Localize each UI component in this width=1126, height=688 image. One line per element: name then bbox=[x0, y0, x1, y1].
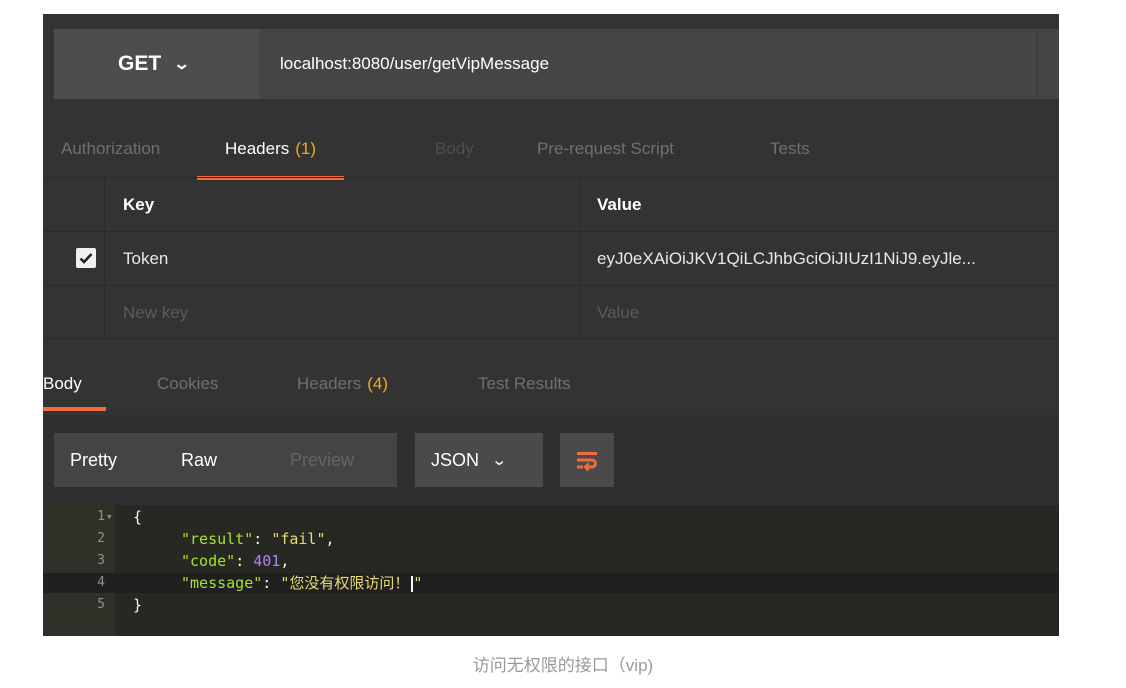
table-header-row: Key Value bbox=[43, 177, 1059, 231]
tab-label: Authorization bbox=[61, 139, 161, 158]
code-line-current: 4 "message": "您没有权限访问！ " bbox=[43, 573, 1059, 593]
active-tab-indicator bbox=[43, 407, 106, 411]
tab-count: (4) bbox=[367, 374, 389, 393]
json-key: "result" bbox=[181, 530, 254, 548]
new-key-input[interactable]: New key bbox=[123, 286, 188, 339]
column-divider bbox=[580, 232, 581, 285]
tab-cookies[interactable]: Cookies bbox=[157, 358, 218, 410]
url-input[interactable]: localhost:8080/user/getVipMessage bbox=[280, 29, 549, 99]
tab-response-headers[interactable]: Headers (4) bbox=[297, 358, 388, 410]
json-separator: : bbox=[253, 530, 272, 548]
header-enabled-checkbox[interactable] bbox=[76, 248, 96, 268]
code-text: "message": "您没有权限访问！ " bbox=[181, 573, 422, 593]
json-punctuation: , bbox=[325, 530, 335, 548]
column-divider bbox=[580, 178, 581, 231]
method-select[interactable]: GET ⌄ bbox=[54, 29, 259, 99]
format-label: JSON bbox=[431, 449, 480, 470]
postman-window: GET ⌄ localhost:8080/user/getVipMessage … bbox=[43, 14, 1059, 636]
checkmark-icon bbox=[79, 253, 93, 264]
line-number: 1 bbox=[97, 509, 105, 524]
wrap-lines-button[interactable] bbox=[560, 433, 614, 487]
url-bar-divider bbox=[1037, 29, 1038, 99]
json-separator: : bbox=[235, 552, 254, 570]
response-toolbar: Pretty Raw Preview JSON ⌄ bbox=[43, 415, 1059, 505]
tab-tests[interactable]: Tests bbox=[770, 119, 810, 179]
new-value-input[interactable]: Value bbox=[597, 286, 639, 339]
preview-button[interactable]: Preview bbox=[290, 433, 354, 487]
json-key: "message" bbox=[181, 574, 263, 592]
code-line: 3 "code": 401, bbox=[43, 551, 1059, 571]
tab-label: Pre-request Script bbox=[537, 139, 674, 158]
pretty-button[interactable]: Pretty bbox=[70, 433, 117, 487]
chevron-down-icon: ⌄ bbox=[491, 452, 508, 469]
table-row: Token eyJ0eXAiOiJKV1QiLCJhbGciOiJIUzI1Ni… bbox=[43, 231, 1059, 285]
json-punctuation: " bbox=[413, 574, 423, 592]
json-string-value: "您没有权限访问！ bbox=[280, 574, 410, 592]
tab-pre-request-script[interactable]: Pre-request Script bbox=[537, 119, 674, 179]
header-value-input[interactable]: eyJ0eXAiOiJKV1QiLCJhbGciOiJIUzI1NiJ9.eyJ… bbox=[597, 232, 976, 285]
line-number: 2 bbox=[97, 531, 105, 546]
tab-label: Body bbox=[43, 374, 82, 393]
tab-response-body[interactable]: Body bbox=[43, 358, 106, 411]
code-line: 1 ▾ { bbox=[43, 507, 1059, 527]
code-text: { bbox=[133, 508, 143, 526]
json-separator: : bbox=[262, 574, 281, 592]
checkbox-column bbox=[43, 178, 105, 231]
tab-label: Test Results bbox=[478, 374, 571, 393]
checkbox-column bbox=[43, 286, 105, 339]
tab-label: Headers bbox=[225, 139, 290, 158]
line-number: 3 bbox=[97, 553, 105, 568]
image-caption: 访问无权限的接口（vip) bbox=[472, 656, 654, 675]
request-tabs: Authorization Headers (1) Body Pre-reque… bbox=[43, 119, 1059, 180]
tab-headers[interactable]: Headers (1) bbox=[197, 119, 345, 180]
json-punctuation: , bbox=[280, 552, 290, 570]
code-text: "result": "fail", bbox=[181, 529, 335, 549]
tab-label: Cookies bbox=[157, 374, 219, 393]
tab-test-results[interactable]: Test Results bbox=[478, 358, 571, 410]
url-bar: GET ⌄ localhost:8080/user/getVipMessage bbox=[54, 29, 1059, 99]
view-mode-group: Pretty Raw Preview bbox=[54, 433, 397, 487]
tab-label: Body bbox=[435, 139, 474, 158]
headers-table: Key Value Token eyJ0eXAiOiJKV1QiLCJhbGci… bbox=[43, 177, 1059, 339]
code-text: } bbox=[133, 596, 143, 614]
line-number: 5 bbox=[97, 597, 105, 612]
tab-label: Tests bbox=[770, 139, 810, 158]
tab-body[interactable]: Body bbox=[435, 119, 474, 179]
tab-label: Headers bbox=[297, 374, 362, 393]
chevron-down-icon: ⌄ bbox=[173, 56, 191, 73]
raw-button[interactable]: Raw bbox=[181, 433, 217, 487]
code-line: 5 } bbox=[43, 595, 1059, 615]
checkbox-column bbox=[43, 232, 105, 285]
tab-count: (1) bbox=[295, 139, 317, 158]
column-divider bbox=[580, 286, 581, 339]
header-key-input[interactable]: Token bbox=[123, 232, 168, 285]
code-text: "code": 401, bbox=[181, 551, 289, 571]
json-number-value: 401 bbox=[253, 552, 281, 570]
key-column-header: Key bbox=[123, 194, 155, 214]
method-label: GET bbox=[118, 52, 162, 75]
table-row-new: New key Value bbox=[43, 285, 1059, 339]
wrap-lines-icon bbox=[577, 452, 597, 471]
json-string-value: "fail" bbox=[271, 530, 326, 548]
format-select[interactable]: JSON ⌄ bbox=[415, 433, 543, 487]
value-column-header: Value bbox=[597, 194, 642, 214]
tab-authorization[interactable]: Authorization bbox=[61, 119, 160, 179]
json-key: "code" bbox=[181, 552, 236, 570]
code-line: 2 "result": "fail", bbox=[43, 529, 1059, 549]
line-number: 4 bbox=[97, 575, 105, 590]
fold-arrow-icon[interactable]: ▾ bbox=[106, 507, 113, 527]
response-tabs: Body Cookies Headers (4) Test Results bbox=[43, 358, 1059, 414]
response-body-editor[interactable]: 1 ▾ { 2 "result": "fail", 3 "code": 401,… bbox=[43, 505, 1059, 636]
